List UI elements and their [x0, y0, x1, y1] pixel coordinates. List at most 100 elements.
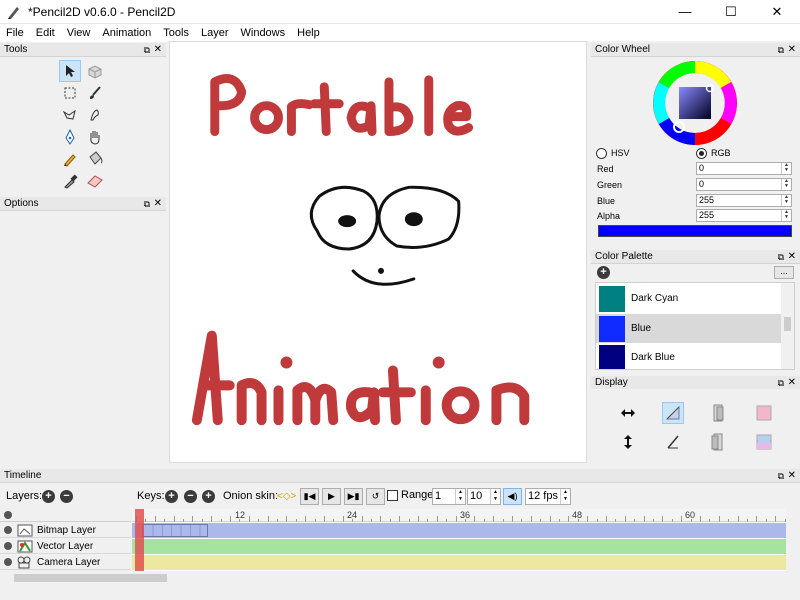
undock-icon[interactable]: ⧉	[778, 469, 784, 483]
all-visibility-icon[interactable]	[4, 511, 12, 519]
play-icon[interactable]: ▶	[322, 488, 341, 505]
layer-row-camera[interactable]: Camera Layer	[0, 555, 131, 570]
range-checkbox[interactable]	[387, 490, 398, 501]
bitmap-layer-track[interactable]	[132, 523, 786, 538]
mirror-vertical-icon[interactable]	[617, 431, 639, 453]
blue-value[interactable]: 255	[699, 195, 714, 205]
layer-row-bitmap[interactable]: Bitmap Layer	[0, 523, 131, 538]
panel-close-icon[interactable]: ✕	[788, 250, 796, 264]
pencil-icon[interactable]	[59, 148, 81, 170]
hsv-radio-dot[interactable]	[596, 147, 607, 159]
cube-icon[interactable]	[84, 60, 106, 82]
panel-close-icon[interactable]: ✕	[788, 376, 796, 390]
undock-icon[interactable]: ⧉	[778, 250, 784, 264]
menu-layer[interactable]: Layer	[195, 24, 235, 42]
rect-select-icon[interactable]	[59, 82, 81, 104]
duplicate-key-plus-icon[interactable]: +	[202, 489, 215, 503]
red-spinbox[interactable]: 0 ▲ ▼	[696, 162, 792, 175]
lasso-icon[interactable]	[59, 104, 81, 126]
remove-key-minus-icon[interactable]: −	[184, 489, 197, 503]
close-button[interactable]: ✕	[754, 0, 800, 24]
frame-ruler[interactable]: 12 24 36 48 60	[132, 509, 786, 522]
timeline-vertical-scrollbar[interactable]	[786, 509, 800, 571]
undock-icon[interactable]: ⧉	[144, 43, 150, 57]
menu-edit[interactable]: Edit	[30, 24, 61, 42]
panel-close-icon[interactable]: ✕	[154, 43, 162, 57]
spin-arrows-icon[interactable]: ▲ ▼	[781, 195, 791, 206]
alpha-value[interactable]: 255	[699, 210, 714, 220]
layer-row-vector[interactable]: Vector Layer	[0, 539, 131, 554]
menu-file[interactable]: File	[0, 24, 30, 42]
palette-menu-button[interactable]: ...	[774, 266, 794, 279]
fps-spinbox[interactable]: 12 fps ▲ ▼	[525, 488, 571, 505]
sound-icon[interactable]: ◀)	[503, 488, 522, 505]
onion-prev-icon[interactable]	[707, 402, 729, 424]
spin-arrows-icon[interactable]: ▲ ▼	[490, 489, 500, 504]
rgb-radio[interactable]: RGB	[696, 146, 731, 160]
remove-layer-minus-icon[interactable]: −	[60, 489, 73, 503]
panel-close-icon[interactable]: ✕	[788, 469, 796, 483]
thin-lines-icon[interactable]	[662, 431, 684, 453]
maximize-button[interactable]: ☐	[708, 0, 754, 24]
undock-icon[interactable]: ⧉	[778, 376, 784, 390]
add-layer-plus-icon[interactable]: +	[42, 489, 55, 503]
panel-close-icon[interactable]: ✕	[788, 43, 796, 57]
palette-item-dark-blue[interactable]: Dark Blue	[596, 343, 782, 369]
rgb-radio-dot[interactable]	[696, 147, 707, 159]
palette-item-blue[interactable]: Blue	[596, 314, 782, 343]
keyframes[interactable]	[142, 524, 208, 537]
add-color-plus-icon[interactable]: +	[597, 266, 610, 279]
green-spinbox[interactable]: 0 ▲ ▼	[696, 178, 792, 191]
eraser-icon[interactable]	[84, 170, 106, 192]
palette-item-dark-cyan[interactable]: Dark Cyan	[596, 284, 782, 313]
palette-scrollbar[interactable]	[781, 283, 794, 369]
onion-skin-icon[interactable]: <◇>	[277, 491, 296, 502]
alpha-spinbox[interactable]: 255 ▲ ▼	[696, 209, 792, 222]
onion-next-icon[interactable]	[707, 431, 729, 453]
green-value[interactable]: 0	[699, 179, 704, 189]
bucket-icon[interactable]	[84, 148, 106, 170]
spin-arrows-icon[interactable]: ▲ ▼	[455, 489, 465, 504]
loop-icon[interactable]: ↺	[366, 488, 385, 505]
scrollbar-thumb[interactable]	[14, 574, 167, 582]
hand-icon[interactable]	[84, 126, 106, 148]
range-start-value[interactable]: 1	[435, 490, 441, 502]
spin-arrows-icon[interactable]: ▲ ▼	[560, 489, 570, 504]
red-value[interactable]: 0	[699, 163, 704, 173]
visibility-dot-icon[interactable]	[4, 542, 12, 550]
select-tool-pointer-icon[interactable]	[59, 60, 81, 82]
visibility-dot-icon[interactable]	[4, 558, 12, 566]
spin-arrows-icon[interactable]: ▲ ▼	[781, 210, 791, 221]
brush-icon[interactable]	[84, 82, 106, 104]
go-start-icon[interactable]: ▮◀	[300, 488, 319, 505]
add-key-plus-icon[interactable]: +	[165, 489, 178, 503]
eyedropper-icon[interactable]	[59, 170, 81, 192]
spin-arrows-icon[interactable]: ▲ ▼	[781, 163, 791, 174]
undock-icon[interactable]: ⧉	[144, 197, 150, 211]
undock-icon[interactable]: ⧉	[778, 43, 784, 57]
timeline-horizontal-scrollbar[interactable]	[0, 571, 800, 585]
menu-windows[interactable]: Windows	[235, 24, 292, 42]
range-start-spinbox[interactable]: 1 ▲ ▼	[432, 488, 466, 505]
blue-spinbox[interactable]: 255 ▲ ▼	[696, 194, 792, 207]
fps-value[interactable]: 12 fps	[528, 490, 558, 502]
drawing-canvas[interactable]	[169, 41, 587, 463]
range-end-value[interactable]: 10	[470, 490, 482, 502]
smudge-icon[interactable]	[84, 104, 106, 126]
outlines-icon[interactable]	[662, 402, 684, 424]
menu-animation[interactable]: Animation	[96, 24, 157, 42]
spin-arrows-icon[interactable]: ▲ ▼	[781, 179, 791, 190]
onion-blue-icon[interactable]	[753, 431, 775, 453]
menu-help[interactable]: Help	[291, 24, 326, 42]
menu-tools[interactable]: Tools	[157, 24, 195, 42]
scrollbar-thumb[interactable]	[784, 317, 791, 331]
onion-red-icon[interactable]	[753, 402, 775, 424]
vector-layer-track[interactable]	[132, 539, 786, 554]
mirror-horizontal-icon[interactable]	[617, 402, 639, 424]
minimize-button[interactable]: —	[662, 0, 708, 24]
camera-layer-track[interactable]	[132, 555, 786, 570]
color-wheel[interactable]	[652, 60, 738, 146]
menu-view[interactable]: View	[61, 24, 97, 42]
panel-close-icon[interactable]: ✕	[154, 197, 162, 211]
playhead[interactable]	[135, 509, 144, 571]
